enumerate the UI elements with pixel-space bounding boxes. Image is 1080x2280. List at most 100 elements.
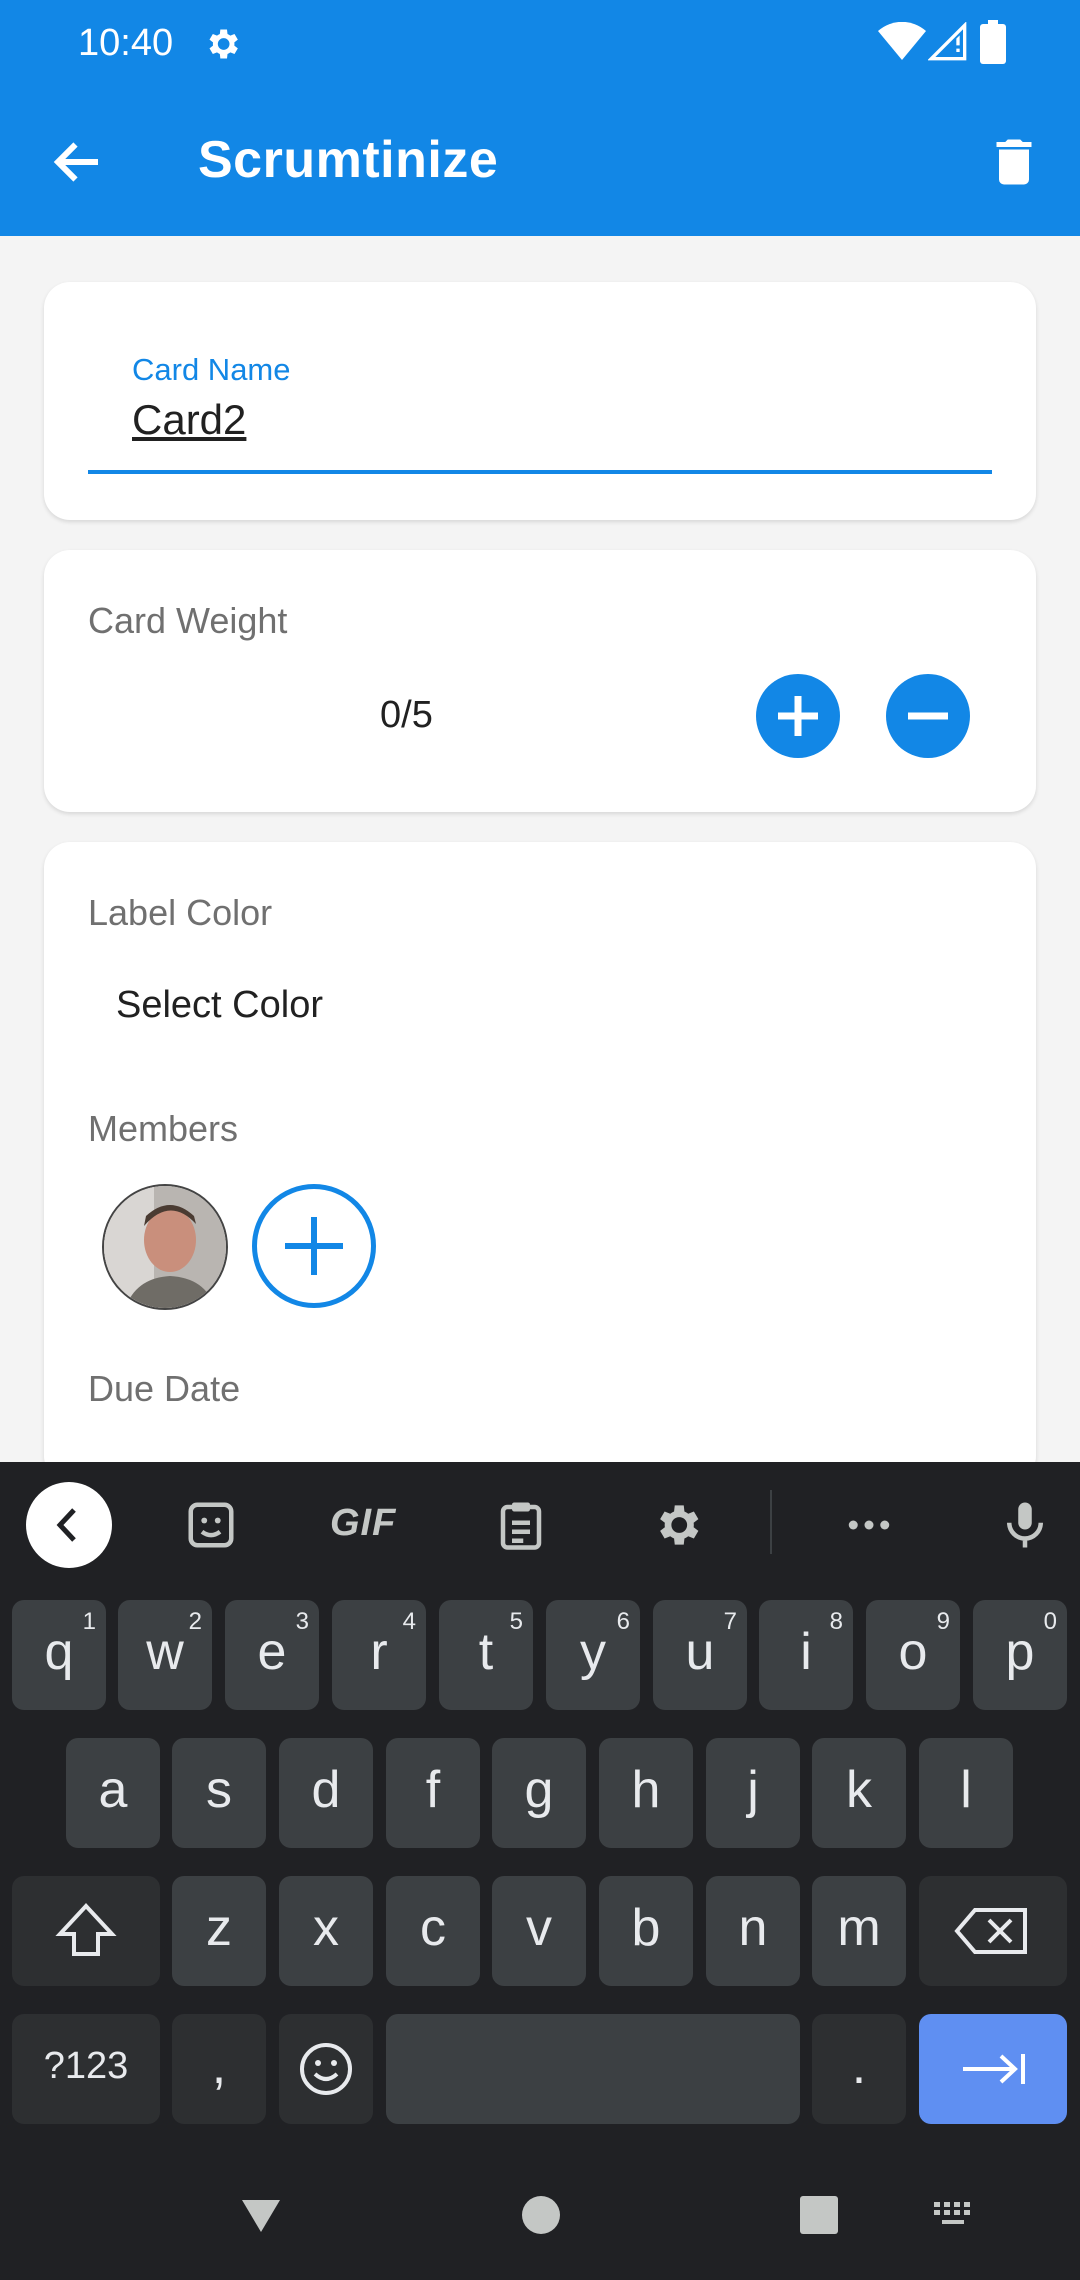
key-hint: 2 [188,1608,202,1635]
key-hint: 5 [509,1608,523,1635]
keyboard-collapse-button[interactable] [26,1482,112,1568]
key-hint: 9 [936,1608,950,1635]
add-member-button[interactable] [252,1184,376,1308]
key-b[interactable]: b [599,1876,693,1986]
key-a[interactable]: a [66,1738,160,1848]
key-hint: 0 [1043,1608,1057,1635]
nav-recents-icon[interactable] [794,2190,844,2240]
app-bar: Scrumtinize [0,88,1080,236]
card-name-label: Card Name [132,352,291,387]
microphone-icon[interactable] [998,1498,1052,1552]
status-bar: 10:40 [0,0,1080,88]
key-q[interactable]: q1 [12,1600,106,1710]
keyboard-settings-icon[interactable] [650,1498,704,1552]
key-label: o [898,1623,928,1681]
key-y[interactable]: y6 [546,1600,640,1710]
details-card: Label Color Select Color Members Due Dat… [44,842,1036,1482]
decrease-weight-button[interactable] [886,674,970,758]
emoji-key[interactable] [279,2014,373,2124]
key-d[interactable]: d [279,1738,373,1848]
key-p[interactable]: p0 [973,1600,1067,1710]
card-weight-card: Card Weight 0/5 [44,550,1036,812]
shift-key[interactable] [12,1876,160,1986]
key-label: q [44,1623,74,1681]
toolbar-divider [770,1490,772,1554]
key-l[interactable]: l [919,1738,1013,1848]
period-key[interactable]: . [812,2014,906,2124]
key-hint: 4 [402,1608,416,1635]
symbols-key[interactable]: ?123 [12,2014,160,2124]
battery-icon [980,20,1006,64]
increase-weight-button[interactable] [756,674,840,758]
select-color-button[interactable]: Select Color [116,984,323,1027]
card-weight-value: 0/5 [380,694,433,736]
plus-icon [285,1217,343,1275]
backspace-icon [954,1908,1027,1954]
key-label: u [685,1623,715,1681]
key-o[interactable]: o9 [866,1600,960,1710]
wifi-icon [878,22,926,60]
gif-button[interactable]: GIF [330,1502,396,1545]
card-name-input[interactable]: Card2 [132,396,246,444]
key-label: y [580,1623,606,1681]
key-hint: 1 [82,1608,96,1635]
key-n[interactable]: n [706,1876,800,1986]
members-label: Members [88,1108,239,1149]
backspace-key[interactable] [919,1876,1067,1986]
key-z[interactable]: z [172,1876,266,1986]
key-label: w [146,1623,184,1681]
key-hint: 8 [829,1608,843,1635]
member-avatar[interactable] [102,1184,228,1310]
key-v[interactable]: v [492,1876,586,1986]
key-label: i [800,1623,812,1681]
soft-keyboard: GIF q1 w2 e3 r4 t5 y6 u7 i8 o9 p0 a s d … [0,1462,1080,2280]
keyboard-switch-icon[interactable] [930,2194,980,2234]
key-label: r [370,1623,388,1681]
signal-icon [928,22,967,61]
back-arrow-icon[interactable] [48,132,108,192]
key-label: e [257,1623,287,1681]
status-time: 10:40 [78,22,174,64]
tab-arrow-icon [963,2054,1025,2084]
due-date-label: Due Date [88,1368,241,1409]
keyboard-toolbar: GIF [0,1462,1080,1584]
key-label: t [478,1623,494,1681]
clipboard-icon[interactable] [494,1498,548,1552]
key-k[interactable]: k [812,1738,906,1848]
key-t[interactable]: t5 [439,1600,533,1710]
key-g[interactable]: g [492,1738,586,1848]
key-r[interactable]: r4 [332,1600,426,1710]
key-f[interactable]: f [386,1738,480,1848]
key-w[interactable]: w2 [118,1600,212,1710]
nav-home-icon[interactable] [516,2190,566,2240]
avatar-photo [104,1186,226,1308]
key-hint: 6 [616,1608,630,1635]
comma-key[interactable]: , [172,2014,266,2124]
key-u[interactable]: u7 [653,1600,747,1710]
card-name-card: Card Name Card2 [44,282,1036,520]
space-key[interactable] [386,2014,800,2124]
navigation-bar [0,2170,1080,2280]
key-hint: 3 [295,1608,309,1635]
key-m[interactable]: m [812,1876,906,1986]
app-title: Scrumtinize [198,131,499,189]
key-h[interactable]: h [599,1738,693,1848]
chevron-left-icon [56,1508,76,1542]
sticker-icon[interactable] [184,1498,238,1552]
minus-icon [908,712,948,720]
delete-trash-icon[interactable] [984,132,1044,192]
plus-icon [778,696,818,736]
key-c[interactable]: c [386,1876,480,1986]
key-j[interactable]: j [706,1738,800,1848]
key-e[interactable]: e3 [225,1600,319,1710]
key-i[interactable]: i8 [759,1600,853,1710]
key-x[interactable]: x [279,1876,373,1986]
more-options-icon[interactable] [842,1498,896,1552]
key-s[interactable]: s [172,1738,266,1848]
card-weight-label: Card Weight [88,600,288,641]
shift-icon [55,1903,117,1956]
nav-back-icon[interactable] [236,2190,286,2240]
key-hint: 7 [723,1608,737,1635]
settings-status-icon [209,29,238,59]
next-key[interactable] [919,2014,1067,2124]
